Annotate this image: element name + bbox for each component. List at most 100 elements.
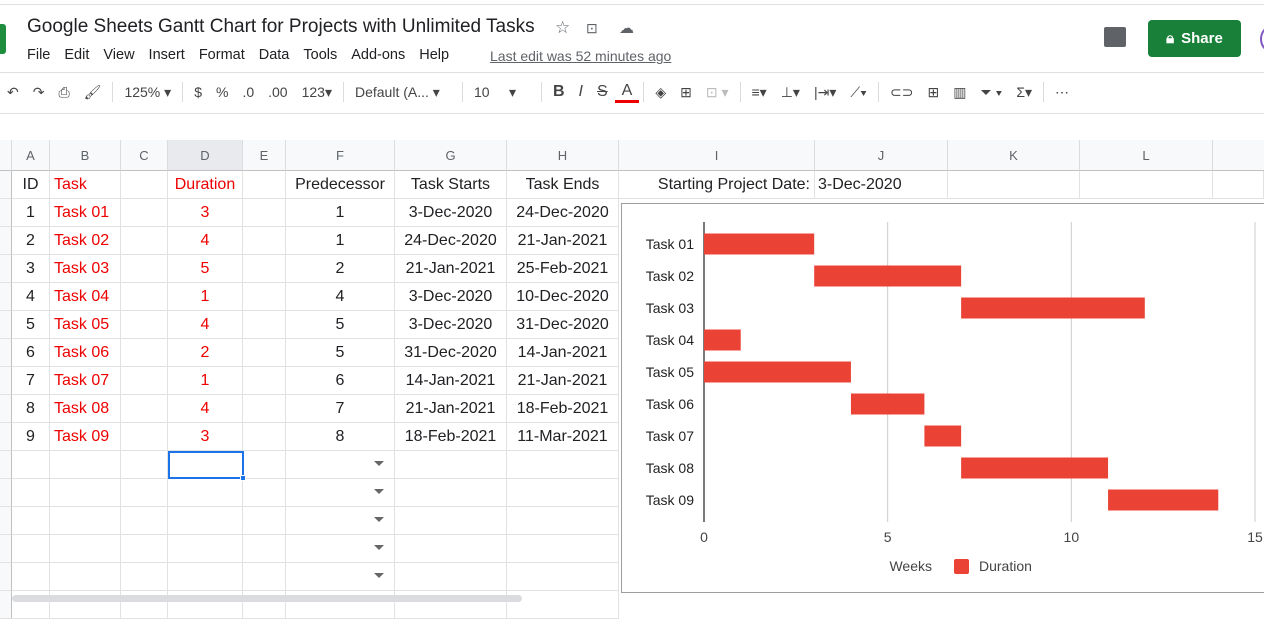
cell[interactable] [395,535,507,563]
share-button[interactable]: 🔒︎ Share [1148,20,1241,57]
task-cell[interactable]: Task 01 [50,199,121,227]
functions-icon[interactable]: Σ▾ [1009,84,1039,101]
menu-data[interactable]: Data [259,47,290,63]
cell[interactable] [507,535,619,563]
text-rotation-icon[interactable]: ⟋▾ [843,84,874,101]
cell[interactable] [121,563,168,591]
row-header[interactable] [0,507,12,535]
print-icon[interactable]: ⎙ [51,84,76,101]
task-cell[interactable]: Task 05 [50,311,121,339]
cell[interactable] [121,311,168,339]
cell[interactable] [507,563,619,591]
cell[interactable] [50,563,121,591]
id-cell[interactable]: 3 [12,255,50,283]
task-cell[interactable]: Task 06 [50,339,121,367]
row-header[interactable] [0,311,12,339]
zoom-select[interactable]: 125% ▾ [117,84,178,101]
start-cell[interactable]: 21-Jan-2021 [395,395,507,423]
column-header-j[interactable]: J [815,140,948,171]
insert-link-icon[interactable]: ⊂⊃ [883,84,920,101]
cell[interactable] [243,367,286,395]
cell[interactable] [243,563,286,591]
header-cell[interactable]: Task Ends [507,171,619,199]
id-cell[interactable]: 8 [12,395,50,423]
id-cell[interactable]: 4 [12,283,50,311]
last-edit-link[interactable]: Last edit was 52 minutes ago [490,48,671,64]
cell[interactable] [243,199,286,227]
cell[interactable] [1080,171,1213,199]
cell[interactable] [50,535,121,563]
cell[interactable] [1213,171,1264,199]
dropdown-arrow-icon[interactable] [374,517,384,522]
dropdown-arrow-icon[interactable] [374,461,384,466]
column-header-b[interactable]: B [50,140,121,171]
column-header-l[interactable]: L [1080,140,1213,171]
cell[interactable] [121,283,168,311]
start-cell[interactable]: 21-Jan-2021 [395,255,507,283]
duration-cell[interactable]: 4 [168,227,243,255]
header-cell[interactable]: ID [12,171,50,199]
dropdown-arrow-icon[interactable] [374,489,384,494]
cell[interactable] [243,311,286,339]
menu-edit[interactable]: Edit [64,47,89,63]
pred-cell[interactable]: 4 [286,283,395,311]
cell[interactable] [507,591,619,619]
fill-color-icon[interactable]: ◈ [648,84,673,101]
end-cell[interactable]: 21-Jan-2021 [507,227,619,255]
cell[interactable] [243,479,286,507]
row-header[interactable] [0,479,12,507]
more-formats-button[interactable]: 123▾ [295,84,339,101]
header-cell[interactable]: Task Starts [395,171,507,199]
cell[interactable] [12,563,50,591]
column-header-d[interactable]: D [168,140,243,171]
pred-cell[interactable]: 5 [286,339,395,367]
task-cell[interactable]: Task 03 [50,255,121,283]
cell[interactable] [243,339,286,367]
duration-cell[interactable]: 2 [168,339,243,367]
row-header[interactable] [0,339,12,367]
column-header-a[interactable]: A [12,140,50,171]
cell[interactable] [50,479,121,507]
increase-decimal-button[interactable]: .00 [261,84,294,100]
cell[interactable] [50,507,121,535]
row-header[interactable] [0,535,12,563]
fill-handle[interactable] [240,475,246,481]
cell[interactable] [243,171,286,199]
menu-file[interactable]: File [27,47,50,63]
duration-cell[interactable]: 4 [168,311,243,339]
insert-chart-icon[interactable]: ▥ [946,84,973,101]
cell[interactable] [286,451,395,479]
text-color-button[interactable]: A [614,82,640,103]
column-header-c[interactable]: C [121,140,168,171]
cell[interactable] [243,283,286,311]
gantt-chart[interactable]: 0 5 10 15 Task 01 Task 02 Task 03 Task 04 Task 0… [621,203,1264,593]
end-cell[interactable]: 31-Dec-2020 [507,311,619,339]
column-header-i[interactable]: I [619,140,815,171]
start-cell[interactable]: 24-Dec-2020 [395,227,507,255]
task-cell[interactable]: Task 08 [50,395,121,423]
star-icon[interactable]: ☆ [555,18,570,38]
cell[interactable] [507,451,619,479]
pred-cell[interactable]: 1 [286,199,395,227]
cell[interactable] [121,507,168,535]
column-header-h[interactable]: H [507,140,619,171]
task-cell[interactable]: Task 09 [50,423,121,451]
row-header[interactable] [0,283,12,311]
end-cell[interactable]: 25-Feb-2021 [507,255,619,283]
font-size-select[interactable]: 10 ▾ [467,84,537,101]
row-header[interactable] [0,255,12,283]
cell[interactable] [121,227,168,255]
strikethrough-button[interactable]: S [590,83,615,101]
start-cell[interactable]: 14-Jan-2021 [395,367,507,395]
pred-cell[interactable]: 1 [286,227,395,255]
pred-cell[interactable]: 6 [286,367,395,395]
cell[interactable] [243,507,286,535]
start-cell[interactable]: 31-Dec-2020 [395,339,507,367]
percent-format-button[interactable]: % [209,84,235,100]
start-cell[interactable]: 18-Feb-2021 [395,423,507,451]
column-header-k[interactable]: K [948,140,1080,171]
end-cell[interactable]: 18-Feb-2021 [507,395,619,423]
cell[interactable] [12,507,50,535]
horizontal-scrollbar[interactable] [12,595,522,602]
comments-icon[interactable] [1104,27,1126,47]
